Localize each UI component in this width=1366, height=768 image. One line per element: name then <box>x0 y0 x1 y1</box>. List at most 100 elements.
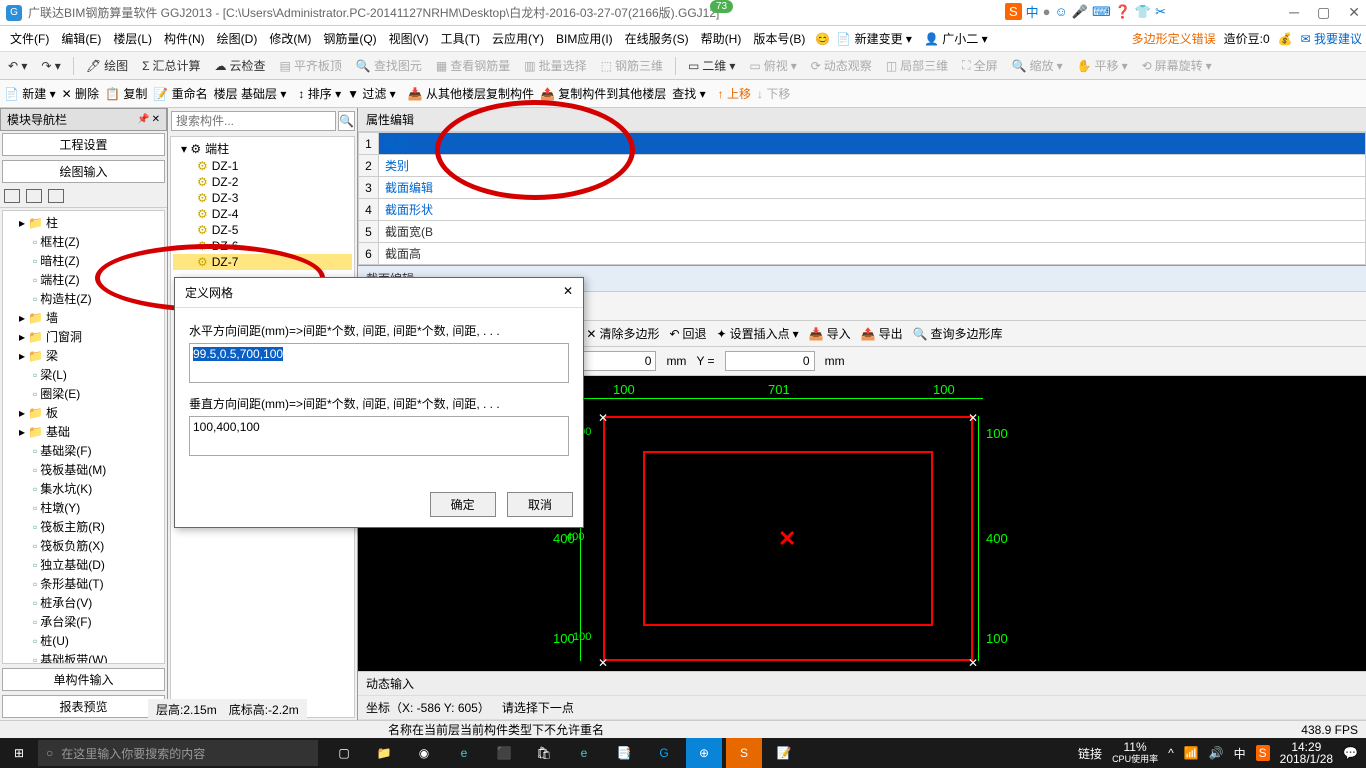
tree-item[interactable]: ▫ 筏板负筋(X) <box>5 536 162 555</box>
tree-item[interactable]: ▫ 暗柱(Z) <box>5 251 162 270</box>
export-button[interactable]: 📤 导出 <box>861 325 903 342</box>
tray-up-icon[interactable]: ^ <box>1168 746 1174 760</box>
menu-draw[interactable]: 绘图(D) <box>211 30 264 47</box>
app-icon-3[interactable]: 📑 <box>606 738 642 768</box>
insert-point-button[interactable]: ✦ 设置插入点 ▾ <box>717 325 799 342</box>
list-item[interactable]: ⚙ DZ-2 <box>173 174 352 190</box>
ime-icon[interactable]: S <box>1005 3 1022 20</box>
panel-close-icon[interactable]: ✕ <box>152 114 160 125</box>
menu-tool[interactable]: 工具(T) <box>435 30 486 47</box>
tree-item[interactable]: ▫ 基础梁(F) <box>5 441 162 460</box>
component-tree[interactable]: ▸ 📁 柱▫ 框柱(Z)▫ 暗柱(Z)▫ 端柱(Z)▫ 构造柱(Z)▸ 📁 墙▸… <box>2 210 165 664</box>
tray-link[interactable]: 链接 <box>1078 745 1102 762</box>
close-button[interactable]: ✕ <box>1348 4 1360 21</box>
dynamic-view-button[interactable]: ⟳ 动态观察 <box>807 57 876 74</box>
v-spacing-input[interactable]: 100,400,100 <box>189 416 569 456</box>
suggest-button[interactable]: ✉ 我要建议 <box>1301 30 1362 47</box>
menu-version[interactable]: 版本号(B) <box>747 30 811 47</box>
cloud-check-button[interactable]: ☁ 云检查 <box>211 57 270 74</box>
project-settings-button[interactable]: 工程设置 <box>2 133 165 156</box>
copy-button[interactable]: 📋 复制 <box>105 85 147 102</box>
menu-floor[interactable]: 楼层(L) <box>107 30 158 47</box>
property-row[interactable]: 4截面形状 <box>359 199 1366 221</box>
filter-button[interactable]: ▼ 过滤 ▾ <box>347 85 396 102</box>
property-row[interactable]: 5截面宽(B <box>359 221 1366 243</box>
tree-item[interactable]: ▫ 独立基础(D) <box>5 555 162 574</box>
minimize-button[interactable]: ─ <box>1289 4 1299 21</box>
menu-steel[interactable]: 钢筋量(Q) <box>317 30 382 47</box>
find-button[interactable]: 查找 ▾ <box>672 85 705 102</box>
menu-component[interactable]: 构件(N) <box>158 30 211 47</box>
tree-item[interactable]: ▫ 框柱(Z) <box>5 232 162 251</box>
menu-help[interactable]: 帮助(H) <box>695 30 748 47</box>
movedown-button[interactable]: ↓ 下移 <box>757 85 790 102</box>
undo-section-button[interactable]: ↶ 回退 <box>669 325 706 342</box>
app-icon-6[interactable]: 📝 <box>766 738 802 768</box>
menu-online[interactable]: 在线服务(S) <box>619 30 695 47</box>
draw-button[interactable]: 🖊 绘图 <box>82 57 132 74</box>
steel-3d-button[interactable]: ⬚ 钢筋三维 <box>597 57 667 74</box>
property-row[interactable]: 3截面编辑 <box>359 177 1366 199</box>
tree-item[interactable]: ▫ 承台梁(F) <box>5 612 162 631</box>
tray-ime-icon[interactable]: 中 <box>1234 745 1246 762</box>
tray-clock[interactable]: 14:292018/1/28 <box>1280 741 1333 765</box>
store-icon[interactable]: 🛍 <box>526 738 562 768</box>
start-button[interactable]: ⊞ <box>0 738 38 768</box>
tree-item[interactable]: ▫ 条形基础(T) <box>5 574 162 593</box>
h-spacing-input[interactable]: 99.5,0.5,700,100 <box>189 343 569 383</box>
menu-file[interactable]: 文件(F) <box>4 30 55 47</box>
rename-button[interactable]: 📝 重命名 <box>153 85 207 102</box>
property-row[interactable]: 6截面高 <box>359 243 1366 265</box>
ie-icon[interactable]: e <box>566 738 602 768</box>
zoom-button[interactable]: 🔍 缩放 ▾ <box>1008 57 1067 74</box>
ime-lang[interactable]: 中 <box>1026 2 1039 21</box>
app-icon-1[interactable]: ◉ <box>406 738 442 768</box>
tree-item[interactable]: ▫ 集水坑(K) <box>5 479 162 498</box>
menu-edit[interactable]: 编辑(E) <box>55 30 107 47</box>
import-button[interactable]: 📥 导入 <box>809 325 851 342</box>
list-item[interactable]: ⚙ DZ-3 <box>173 190 352 206</box>
find-element-button[interactable]: 🔍 查找图元 <box>352 57 426 74</box>
edge-icon[interactable]: e <box>446 738 482 768</box>
tree-item[interactable]: ▫ 筏板基础(M) <box>5 460 162 479</box>
tree-item[interactable]: ▸ 📁 基础 <box>5 422 162 441</box>
property-row[interactable]: 1名称 <box>359 133 1366 155</box>
tray-network-icon[interactable]: 📶 <box>1184 746 1199 760</box>
tree-item[interactable]: ▫ 梁(L) <box>5 365 162 384</box>
pan-button[interactable]: ✋ 平移 ▾ <box>1073 57 1132 74</box>
menu-cloud[interactable]: 云应用(Y) <box>486 30 550 47</box>
tree-item[interactable]: ▸ 📁 板 <box>5 403 162 422</box>
tree-item[interactable]: ▸ 📁 柱 <box>5 213 162 232</box>
cancel-button[interactable]: 取消 <box>507 492 573 517</box>
menu-bim[interactable]: BIM应用(I) <box>550 30 619 47</box>
list-item[interactable]: ⚙ DZ-5 <box>173 222 352 238</box>
list-root[interactable]: ▾ ⚙ 端柱 <box>173 139 352 158</box>
list-item[interactable]: ⚙ DZ-6 <box>173 238 352 254</box>
tree-item[interactable]: ▫ 柱墩(Y) <box>5 498 162 517</box>
flat-button[interactable]: ▤ 平齐板顶 <box>276 57 346 74</box>
topview-button[interactable]: ▭ 俯视 ▾ <box>745 57 800 74</box>
new-change-button[interactable]: 📄 新建变更 ▾ <box>830 30 918 47</box>
menu-modify[interactable]: 修改(M) <box>263 30 317 47</box>
search-button[interactable]: 🔍 <box>338 111 355 131</box>
pin-icon[interactable]: 📌 <box>137 114 149 125</box>
property-row[interactable]: 2类别 <box>359 155 1366 177</box>
tray-sogou-icon[interactable]: S <box>1256 745 1270 761</box>
tray-sound-icon[interactable]: 🔊 <box>1209 746 1224 760</box>
sum-button[interactable]: Σ 汇总计算 <box>138 57 204 74</box>
app-icon-5[interactable]: S <box>726 738 762 768</box>
tree-item[interactable]: ▫ 端柱(Z) <box>5 270 162 289</box>
batch-select-button[interactable]: ▥ 批量选择 <box>520 57 590 74</box>
app-icon-4[interactable]: ⊕ <box>686 738 722 768</box>
new-button[interactable]: 📄 新建 ▾ <box>4 85 56 102</box>
list-item[interactable]: ⚙ DZ-4 <box>173 206 352 222</box>
list-item[interactable]: ⚙ DZ-1 <box>173 158 352 174</box>
copyto-button[interactable]: 📤 复制构件到其他楼层 <box>540 85 666 102</box>
tree-item[interactable]: ▫ 构造柱(Z) <box>5 289 162 308</box>
report-preview-button[interactable]: 报表预览 <box>2 695 165 718</box>
tree-item[interactable]: ▫ 圈梁(E) <box>5 384 162 403</box>
view-steel-button[interactable]: ▦ 查看钢筋量 <box>432 57 514 74</box>
app-icon-2[interactable]: ⬛ <box>486 738 522 768</box>
draw-input-button[interactable]: 绘图输入 <box>2 160 165 183</box>
redo-button[interactable]: ↷ ▾ <box>37 59 64 73</box>
